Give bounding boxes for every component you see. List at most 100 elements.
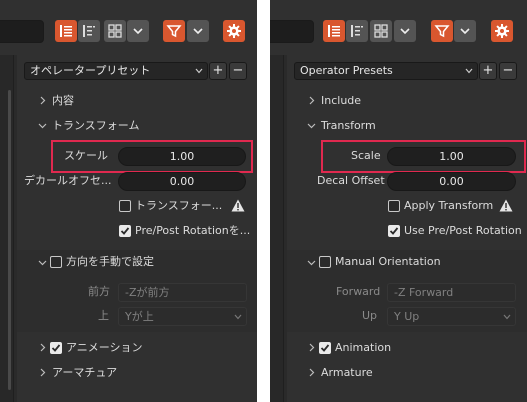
chevron-down-icon[interactable]	[307, 121, 316, 130]
chevron-down-icon	[400, 28, 410, 35]
left-prepost-rotation-checkbox[interactable]	[119, 225, 131, 237]
warning-icon	[231, 199, 245, 212]
chevron-down-icon	[234, 314, 242, 320]
left-filter-dropdown-button[interactable]	[187, 20, 209, 42]
left-remove-preset-button[interactable]: −	[229, 62, 247, 80]
right-decal-offset-field[interactable]: 0.00	[387, 172, 516, 191]
chevron-down-icon	[195, 68, 203, 74]
chevron-right-icon[interactable]	[307, 368, 316, 377]
right-remove-preset-button[interactable]: −	[499, 62, 517, 80]
left-decal-offset-field[interactable]: 0.00	[118, 172, 246, 191]
right-animation-label[interactable]: Animation	[335, 338, 391, 358]
right-forward-dropdown[interactable]: -Z Forward	[387, 283, 516, 302]
list-view-icon	[328, 25, 340, 37]
chevron-right-icon[interactable]	[307, 96, 316, 105]
checkmark-icon	[389, 227, 399, 235]
right-apply-transform-checkbox[interactable]	[388, 200, 400, 212]
left-armature-panel-header[interactable]: アーマチュア	[52, 363, 117, 383]
left-filter-button[interactable]	[163, 20, 185, 42]
left-scale-highlight	[51, 140, 253, 173]
right-forward-label: Forward	[336, 285, 381, 298]
right-view-dropdown-button[interactable]	[394, 20, 416, 42]
left-animation-checkbox[interactable]	[50, 342, 62, 354]
chevron-down-icon	[193, 28, 203, 35]
chevron-right-icon[interactable]	[307, 343, 316, 352]
left-forward-label: 前方	[88, 285, 110, 298]
chevron-down-icon	[460, 28, 470, 35]
left-view-dropdown-button[interactable]	[127, 20, 149, 42]
chevron-right-icon[interactable]	[38, 368, 47, 377]
right-path-field[interactable]	[270, 20, 314, 43]
left-file-area	[0, 55, 14, 402]
checkmark-icon	[120, 227, 130, 235]
forward-value: -Zが前方	[125, 286, 170, 299]
right-prepost-rotation-checkbox[interactable]	[388, 225, 400, 237]
left-apply-transform-checkbox[interactable]	[119, 200, 131, 212]
chevron-right-icon[interactable]	[38, 96, 47, 105]
list-view-icon	[60, 25, 72, 37]
right-up-dropdown[interactable]: Y Up	[387, 307, 516, 326]
chevron-down-icon	[465, 68, 473, 74]
left-manual-orientation-checkbox[interactable]	[50, 256, 62, 268]
left-transform-panel-header[interactable]: トランスフォーム	[52, 116, 139, 136]
right-armature-panel-header[interactable]: Armature	[321, 363, 373, 383]
left-include-panel-header[interactable]: 内容	[52, 91, 74, 111]
left-forward-dropdown[interactable]: -Zが前方	[118, 283, 247, 302]
right-operator-presets-dropdown[interactable]: Operator Presets	[294, 62, 478, 80]
right-file-area	[270, 55, 284, 402]
right-list-view-button[interactable]	[323, 20, 345, 42]
chevron-down-icon[interactable]	[38, 258, 47, 267]
right-include-panel-header[interactable]: Include	[321, 91, 361, 111]
chevron-down-icon	[503, 314, 511, 320]
right-transform-panel-header[interactable]: Transform	[321, 116, 376, 136]
up-value: Yが上	[125, 310, 154, 323]
right-manual-orientation-label[interactable]: Manual Orientation	[335, 252, 441, 272]
right-filter-button[interactable]	[431, 20, 453, 42]
left-add-preset-button[interactable]: +	[209, 62, 227, 80]
left-animation-label[interactable]: アニメーション	[66, 338, 143, 358]
left-up-dropdown[interactable]: Yが上	[118, 307, 247, 326]
up-value: Y Up	[394, 310, 420, 323]
right-decal-offset-label: Decal Offset	[317, 174, 385, 187]
right-add-preset-button[interactable]: +	[479, 62, 497, 80]
preset-dropdown-label: オペレータープリセット	[30, 64, 151, 77]
filter-icon	[166, 25, 182, 38]
left-path-field[interactable]	[0, 20, 44, 43]
chevron-down-icon[interactable]	[38, 121, 47, 130]
forward-value: -Z Forward	[394, 286, 454, 299]
left-apply-transform-label: トランスフォー...	[135, 199, 223, 212]
list-detail-icon	[83, 25, 95, 37]
right-prepost-rotation-label: Use Pre/Post Rotation	[404, 224, 522, 237]
grid-view-icon	[374, 24, 388, 38]
right-animation-checkbox[interactable]	[319, 342, 331, 354]
left-grid-view-button[interactable]	[104, 20, 126, 42]
checkmark-icon	[320, 344, 330, 352]
right-filter-dropdown-button[interactable]	[454, 20, 476, 42]
right-settings-button[interactable]	[491, 20, 513, 42]
chevron-down-icon[interactable]	[307, 258, 316, 267]
right-scale-highlight	[321, 140, 526, 173]
left-scrollbar[interactable]	[8, 90, 11, 390]
left-settings-button[interactable]	[223, 20, 245, 42]
filter-icon	[434, 25, 450, 38]
checkmark-icon	[51, 344, 61, 352]
right-apply-transform-label: Apply Transform	[404, 199, 494, 212]
right-up-label: Up	[362, 309, 378, 322]
left-list-view-button[interactable]	[55, 20, 77, 42]
preset-dropdown-label: Operator Presets	[300, 64, 393, 77]
grid-view-icon	[108, 24, 122, 38]
left-detail-view-button[interactable]	[78, 20, 100, 42]
right-detail-view-button[interactable]	[346, 20, 368, 42]
left-operator-presets-dropdown[interactable]: オペレータープリセット	[24, 62, 208, 80]
warning-icon	[499, 199, 513, 212]
list-detail-icon	[351, 25, 363, 37]
left-prepost-rotation-label: Pre/Post Rotationを...	[135, 224, 251, 237]
right-panel: Operator Presets + − Include Transform S…	[270, 0, 527, 402]
left-panel: オペレータープリセット + − 内容 トランスフォーム スケール 1.00 デカ…	[0, 0, 257, 402]
chevron-right-icon[interactable]	[38, 343, 47, 352]
gear-icon	[227, 24, 241, 38]
right-manual-orientation-checkbox[interactable]	[319, 256, 331, 268]
chevron-down-icon	[133, 28, 143, 35]
right-grid-view-button[interactable]	[370, 20, 392, 42]
left-manual-orientation-label[interactable]: 方向を手動で設定	[66, 252, 154, 272]
